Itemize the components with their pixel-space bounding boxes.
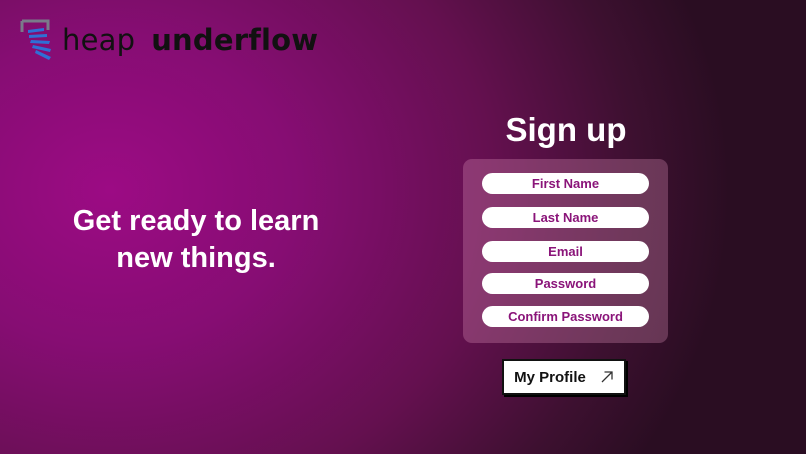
tagline-line-2: new things. <box>116 242 276 274</box>
email-input[interactable] <box>482 241 649 262</box>
signup-form <box>463 159 668 343</box>
brand-logo: heap underflow <box>20 18 318 62</box>
brand-name-light: heap <box>62 23 136 57</box>
last-name-input[interactable] <box>482 207 649 228</box>
stacked-bars-logo-icon <box>20 19 51 60</box>
my-profile-label: My Profile <box>514 368 586 386</box>
first-name-input[interactable] <box>482 173 649 194</box>
my-profile-button[interactable]: My Profile <box>502 359 626 395</box>
tagline-line-1: Get ready to learn <box>72 205 320 237</box>
signup-title: Sign up <box>505 111 627 148</box>
brand-name-bold: underflow <box>151 23 319 57</box>
confirm-password-input[interactable] <box>482 306 649 327</box>
arrow-up-right-icon <box>601 371 613 383</box>
hero-tagline: Get ready to learn new things. <box>46 203 346 277</box>
password-input[interactable] <box>482 273 649 294</box>
